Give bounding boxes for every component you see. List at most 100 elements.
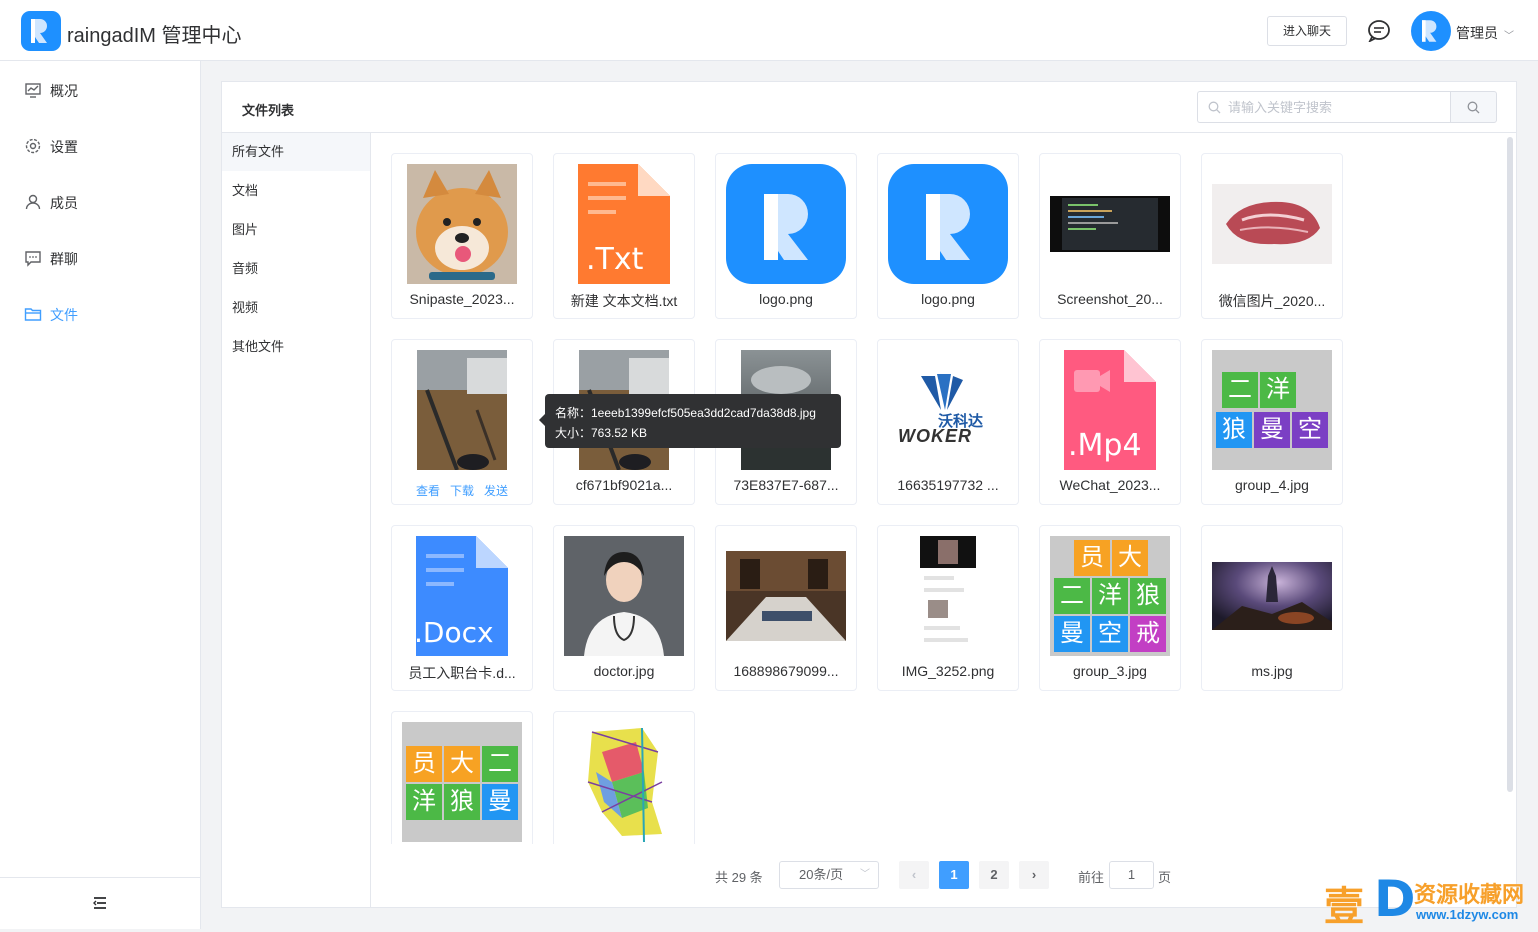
page-button-1[interactable]: 1 <box>939 861 969 889</box>
meat-photo <box>1212 184 1332 264</box>
avatar-logo-icon <box>1422 20 1437 42</box>
file-thumbnail[interactable] <box>1212 164 1332 284</box>
scrollbar[interactable] <box>1507 137 1513 792</box>
screenshot-image <box>1050 196 1170 252</box>
file-card[interactable]: Screenshot_20... <box>1039 153 1181 319</box>
doctor-photo <box>564 536 684 656</box>
file-card[interactable]: logo.png <box>715 153 857 319</box>
tooltip-arrow <box>539 414 545 426</box>
category-images[interactable]: 图片 <box>222 211 370 249</box>
file-thumbnail[interactable]: .Mp4 <box>1050 350 1170 470</box>
message-icon[interactable] <box>1367 20 1391 42</box>
category-all[interactable]: 所有文件 <box>222 133 370 171</box>
prev-page-button[interactable]: ‹ <box>899 861 929 889</box>
file-thumbnail[interactable] <box>726 164 846 284</box>
file-thumbnail[interactable] <box>564 536 684 656</box>
file-card[interactable]: .Txt 新建 文本文档.txt <box>553 153 695 319</box>
next-page-button[interactable]: › <box>1019 861 1049 889</box>
file-card[interactable]: 员 大 二 洋 狼 曼 空 戒 group_3.jpg <box>1039 525 1181 691</box>
file-thumbnail[interactable]: 沃科达 WOKER <box>888 350 1008 470</box>
search-icon <box>1467 101 1480 114</box>
floor-photo <box>417 350 507 470</box>
category-video[interactable]: 视频 <box>222 289 370 327</box>
file-thumbnail[interactable] <box>888 164 1008 284</box>
file-name: Screenshot_20... <box>1057 291 1163 307</box>
file-card[interactable]: 沃科达 WOKER 16635197732 ... <box>877 339 1019 505</box>
file-name: doctor.jpg <box>593 663 655 679</box>
file-thumbnail[interactable] <box>726 536 846 656</box>
group-tile: 大 <box>1112 540 1148 576</box>
category-docs[interactable]: 文档 <box>222 172 370 210</box>
file-card[interactable]: 员 大 二 洋 狼 曼 <box>391 711 533 844</box>
sidebar-item-settings[interactable]: 设置 <box>0 117 200 173</box>
file-badge: .Mp4 <box>1068 428 1142 463</box>
search-button[interactable] <box>1450 91 1497 123</box>
file-thumbnail[interactable] <box>1050 164 1170 284</box>
logo-image <box>888 164 1008 284</box>
file-thumbnail[interactable] <box>1212 536 1332 656</box>
file-thumbnail[interactable]: .Txt <box>564 164 684 284</box>
file-card[interactable]: 查看 下载 发送 <box>391 339 533 505</box>
page-size-select[interactable]: 20条/页 ﹀ <box>779 861 879 889</box>
sidebar-item-files[interactable]: 文件 <box>0 285 200 341</box>
file-thumbnail[interactable]: 员 大 二 洋 狼 曼 <box>402 722 522 842</box>
file-badge: .Txt <box>586 242 644 277</box>
file-card[interactable]: 微信图片_2020... <box>1201 153 1343 319</box>
category-other[interactable]: 其他文件 <box>222 328 370 366</box>
sidebar-item-members[interactable]: 成员 <box>0 173 200 229</box>
group-tile: 空 <box>1292 412 1328 448</box>
file-card[interactable]: logo.png <box>877 153 1019 319</box>
file-thumbnail[interactable] <box>402 164 522 284</box>
sidebar-item-label: 设置 <box>50 139 78 155</box>
watermark-d: D <box>1374 870 1416 928</box>
goto-label: 前往 <box>1078 870 1105 885</box>
file-card[interactable]: .Docx 员工入职台卡.d... <box>391 525 533 691</box>
file-card[interactable]: 二 洋 狼 曼 空 group_4.jpg <box>1201 339 1343 505</box>
file-thumbnail[interactable] <box>564 722 684 842</box>
file-card[interactable] <box>553 711 695 844</box>
enter-chat-button[interactable]: 进入聊天 <box>1267 16 1347 46</box>
file-card[interactable]: ms.jpg <box>1201 525 1343 691</box>
file-thumbnail[interactable]: .Docx <box>402 536 522 656</box>
sidebar-item-groups[interactable]: 群聊 <box>0 229 200 285</box>
user-icon <box>25 194 41 210</box>
file-name: cf671bf9021a... <box>575 477 673 493</box>
file-name: 微信图片_2020... <box>1218 293 1326 309</box>
sidebar-item-label: 群聊 <box>50 251 78 267</box>
sidebar-item-overview[interactable]: 概况 <box>0 61 200 117</box>
goto-page-input[interactable]: 1 <box>1109 861 1154 889</box>
group-tile: 大 <box>444 746 480 782</box>
map-image <box>582 722 666 842</box>
file-card[interactable]: doctor.jpg <box>553 525 695 691</box>
search-field[interactable] <box>1197 91 1451 123</box>
file-card[interactable]: .Mp4 WeChat_2023... <box>1039 339 1181 505</box>
file-thumbnail[interactable]: 员 大 二 洋 狼 曼 空 戒 <box>1050 536 1170 656</box>
file-card[interactable]: IMG_3252.png <box>877 525 1019 691</box>
chevron-down-icon[interactable]: ﹀ <box>1504 27 1514 42</box>
file-name: WeChat_2023... <box>1059 477 1161 493</box>
file-name: IMG_3252.png <box>901 663 995 679</box>
file-name: group_3.jpg <box>1073 663 1147 679</box>
avatar[interactable] <box>1411 11 1451 51</box>
admin-name[interactable]: 管理员 <box>1456 23 1498 43</box>
category-audio[interactable]: 音频 <box>222 250 370 288</box>
file-card[interactable]: 168898679099... <box>715 525 857 691</box>
search-input[interactable] <box>1228 92 1448 122</box>
menu-collapse-icon[interactable] <box>93 896 107 910</box>
view-link[interactable]: 查看 <box>416 484 440 498</box>
woker-logo-sub: WOKER <box>898 426 972 446</box>
file-thumbnail[interactable] <box>888 536 1008 656</box>
group-tile: 戒 <box>1130 616 1166 652</box>
download-link[interactable]: 下载 <box>450 484 474 498</box>
file-thumbnail[interactable] <box>402 350 522 470</box>
logo-r-icon <box>31 19 47 43</box>
send-link[interactable]: 发送 <box>484 484 508 498</box>
file-card[interactable]: Snipaste_2023... <box>391 153 533 319</box>
file-tooltip: 名称：1eeeb1399efcf505ea3dd2cad7da38d8.jpg … <box>539 394 841 448</box>
group-tile: 员 <box>1074 540 1110 576</box>
page-button-2[interactable]: 2 <box>979 861 1009 889</box>
watermark-url: www.1dzyw.com <box>1416 907 1519 922</box>
file-name: logo.png <box>759 291 813 307</box>
chat-icon <box>25 251 41 267</box>
file-thumbnail[interactable]: 二 洋 狼 曼 空 <box>1212 350 1332 470</box>
